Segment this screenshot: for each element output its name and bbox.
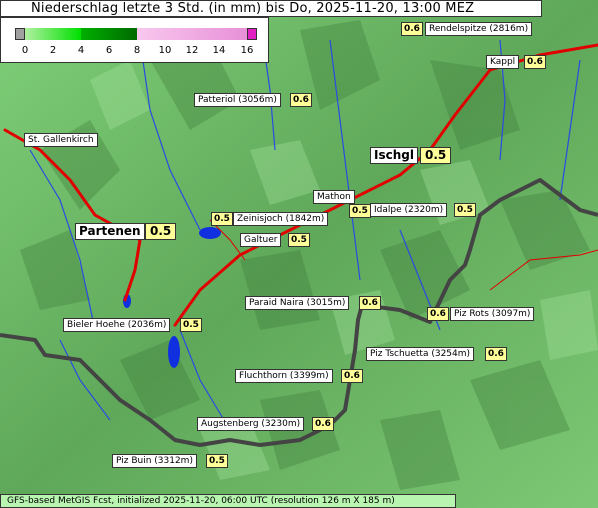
label-augstenberg: Augstenberg (3230m) (197, 417, 305, 431)
legend-tick: 2 (49, 45, 57, 56)
label-bieler-hoehe: Bieler Hoehe (2036m) (63, 318, 171, 332)
value-partenen: 0.5 (145, 223, 177, 240)
value-zeinisjoch: 0.5 (211, 212, 233, 226)
label-idalpe: Idalpe (2320m) (370, 203, 448, 217)
label-fluchthorn: Fluchthorn (3399m) (235, 369, 333, 383)
label-ischgl: Ischgl (370, 147, 418, 164)
legend-tick: 14 (212, 45, 226, 56)
legend-color-max (247, 28, 257, 40)
legend-tick: 10 (158, 45, 172, 56)
value-piz-buin: 0.5 (206, 454, 228, 468)
footer-note: GFS-based MetGIS Fcst, initialized 2025-… (0, 494, 456, 508)
value-augstenberg: 0.6 (312, 417, 334, 431)
map-title: Niederschlag letzte 3 Std. (in mm) bis D… (0, 0, 542, 17)
value-galtuer: 0.5 (288, 233, 310, 247)
value-idalpe: 0.5 (454, 203, 476, 217)
value-piz-rots: 0.6 (427, 307, 449, 321)
value-rendelspitze: 0.6 (401, 22, 423, 36)
precipitation-legend: 0 2 4 6 8 10 12 14 16 (0, 17, 269, 63)
map-stage: Niederschlag letzte 3 Std. (in mm) bis D… (0, 0, 598, 508)
legend-tick: 8 (133, 45, 141, 56)
lake-kops (199, 227, 221, 239)
lake-silvretta (168, 336, 180, 368)
value-fluchthorn: 0.6 (341, 369, 363, 383)
value-mathon: 0.5 (349, 204, 371, 218)
value-piz-tschuetta: 0.6 (485, 347, 507, 361)
label-zeinisjoch: Zeinisjoch (1842m) (233, 212, 329, 226)
value-kappl: 0.6 (524, 55, 546, 69)
label-piz-buin: Piz Buin (3312m) (112, 454, 197, 468)
label-piz-tschuetta: Piz Tschuetta (3254m) (366, 347, 475, 361)
value-bieler-hoehe: 0.5 (180, 318, 202, 332)
label-mathon: Mathon (313, 190, 355, 204)
label-piz-rots: Piz Rots (3097m) (450, 307, 535, 321)
legend-color-mid (81, 28, 137, 40)
legend-color-low (25, 28, 81, 40)
label-st-gallenkirch: St. Gallenkirch (24, 133, 98, 147)
label-rendelspitze: Rendelspitze (2816m) (425, 22, 533, 36)
legend-tick: 4 (77, 45, 85, 56)
legend-tick: 0 (21, 45, 29, 56)
value-paraid-naira: 0.6 (359, 296, 381, 310)
label-kappl: Kappl (486, 55, 520, 69)
legend-tick: 12 (185, 45, 199, 56)
value-ischgl: 0.5 (420, 147, 452, 164)
label-partenen: Partenen (75, 223, 145, 240)
legend-tick: 16 (240, 45, 254, 56)
legend-tick: 6 (105, 45, 113, 56)
value-patteriol: 0.6 (290, 93, 312, 107)
legend-color-zero (15, 28, 25, 40)
terrain-map (0, 0, 598, 508)
label-paraid-naira: Paraid Naira (3015m) (245, 296, 350, 310)
label-patteriol: Patteriol (3056m) (194, 93, 281, 107)
legend-color-high (137, 28, 247, 40)
label-galtuer: Galtuer (240, 233, 282, 247)
